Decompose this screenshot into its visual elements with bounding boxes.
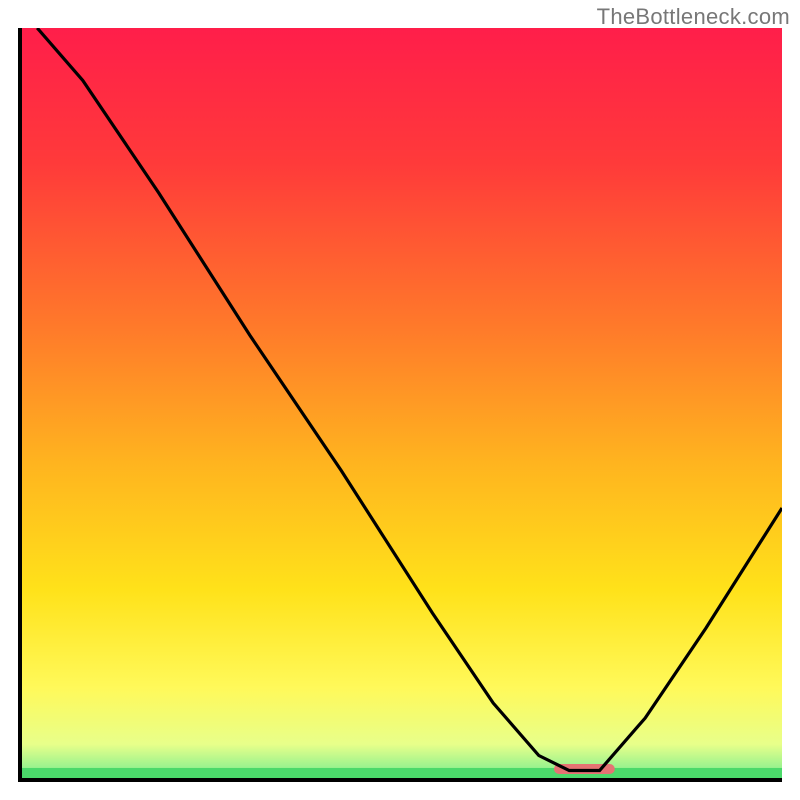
plot-background xyxy=(22,28,782,778)
bottom-green-bar xyxy=(22,768,782,778)
chart-stage: TheBottleneck.com xyxy=(0,0,800,800)
watermark-text: TheBottleneck.com xyxy=(597,4,790,30)
optimum-marker xyxy=(554,764,615,774)
